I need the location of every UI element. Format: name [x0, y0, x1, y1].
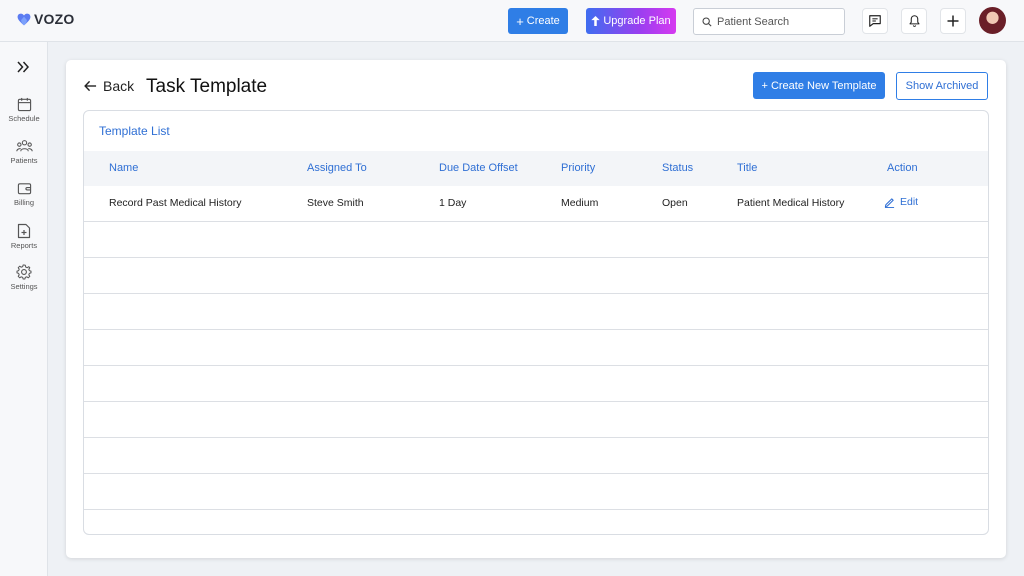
wallet-icon — [17, 183, 31, 195]
gear-icon — [16, 264, 32, 280]
messages-button[interactable] — [862, 8, 888, 34]
sidebar: Schedule Patients Billing Reports Settin… — [0, 42, 48, 576]
sidebar-item-label: Reports — [10, 241, 38, 250]
empty-table-row — [84, 438, 988, 474]
sidebar-item-label: Schedule — [8, 114, 40, 123]
create-button-label: Create — [526, 15, 560, 27]
cell-assigned-to: Steve Smith — [307, 197, 364, 209]
search-icon — [702, 16, 712, 27]
patients-icon — [15, 140, 33, 152]
cell-status: Open — [662, 197, 688, 209]
column-header-priority: Priority — [561, 162, 596, 174]
empty-table-row — [84, 222, 988, 258]
plus-icon — [947, 15, 959, 27]
cell-title: Patient Medical History — [737, 197, 845, 209]
top-bar: VOZO + Create Upgrade Plan — [0, 0, 1024, 42]
expand-sidebar-icon[interactable] — [16, 61, 30, 73]
cell-priority: Medium — [561, 197, 599, 209]
sidebar-item-reports[interactable]: Reports — [0, 223, 48, 250]
sidebar-item-settings[interactable]: Settings — [0, 264, 48, 291]
edit-label: Edit — [900, 196, 919, 208]
brand-name: VOZO — [34, 11, 75, 27]
show-archived-button[interactable]: Show Archived — [896, 72, 988, 100]
table-row[interactable]: Record Past Medical History Steve Smith … — [84, 186, 988, 222]
arrow-up-icon — [591, 16, 601, 26]
back-button[interactable]: Back — [84, 78, 134, 94]
sidebar-item-label: Settings — [10, 282, 38, 291]
plus-icon: + — [516, 13, 524, 29]
cell-due-date-offset: 1 Day — [439, 197, 467, 209]
create-new-template-button[interactable]: + Create New Template — [753, 72, 885, 99]
sidebar-item-billing[interactable]: Billing — [0, 181, 48, 207]
upgrade-plan-label: Upgrade Plan — [603, 15, 671, 27]
table-header: Name Assigned To Due Date Offset Priorit… — [84, 151, 988, 186]
column-header-name: Name — [109, 162, 139, 174]
heart-logo-icon — [17, 13, 31, 25]
patient-search[interactable] — [693, 8, 845, 35]
column-header-due-date-offset: Due Date Offset — [439, 162, 518, 174]
column-header-status: Status — [662, 162, 694, 174]
bell-icon — [909, 15, 919, 27]
brand-logo[interactable]: VOZO — [17, 11, 74, 27]
empty-table-row — [84, 366, 988, 402]
sidebar-item-label: Billing — [13, 198, 34, 207]
column-header-title: Title — [737, 162, 758, 174]
column-header-assigned-to: Assigned To — [307, 162, 367, 174]
create-button[interactable]: + Create — [508, 8, 568, 34]
empty-table-row — [84, 402, 988, 438]
edit-button[interactable]: Edit — [884, 196, 918, 208]
template-list-title: Template List — [99, 124, 170, 138]
patient-search-input[interactable] — [717, 15, 837, 28]
column-header-action: Action — [887, 162, 918, 174]
pencil-icon — [884, 197, 895, 208]
empty-table-row — [84, 474, 988, 510]
notifications-button[interactable] — [901, 8, 927, 34]
report-icon — [17, 223, 31, 239]
user-avatar[interactable] — [979, 7, 1006, 34]
chat-icon — [869, 15, 881, 27]
sidebar-item-patients[interactable]: Patients — [0, 139, 48, 165]
task-template-card: Back Task Template + Create New Template… — [66, 60, 1006, 558]
sidebar-item-schedule[interactable]: Schedule — [0, 97, 48, 123]
page-title: Task Template — [146, 76, 268, 97]
upgrade-plan-button[interactable]: Upgrade Plan — [586, 8, 676, 34]
arrow-left-icon — [84, 80, 97, 92]
calendar-icon — [17, 97, 31, 112]
back-label: Back — [103, 78, 135, 94]
sidebar-item-label: Patients — [10, 156, 38, 165]
empty-table-row — [84, 330, 988, 366]
cell-name: Record Past Medical History — [109, 197, 242, 209]
template-list: Template List Name Assigned To Due Date … — [83, 110, 989, 535]
quick-add-button[interactable] — [940, 8, 966, 34]
empty-table-row — [84, 258, 988, 294]
empty-table-row — [84, 294, 988, 330]
